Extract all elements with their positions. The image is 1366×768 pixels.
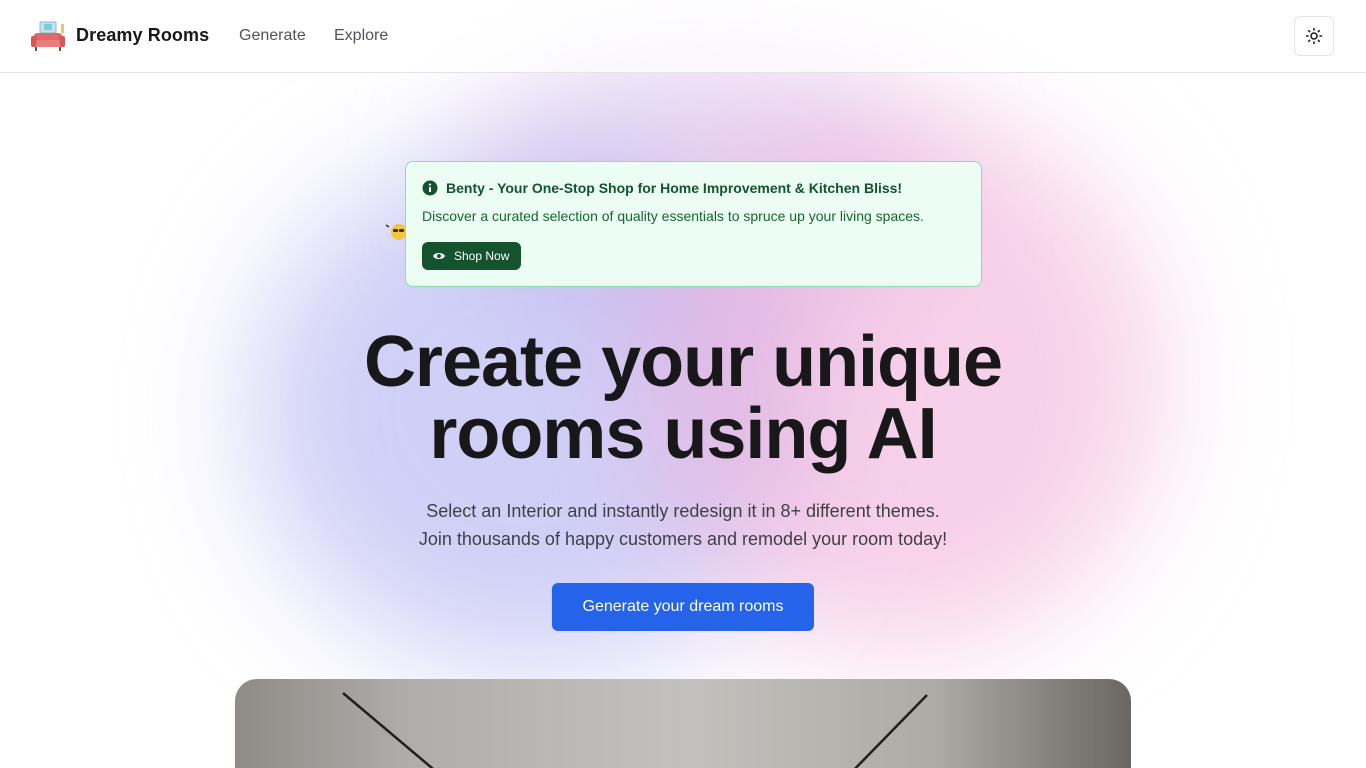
hero-subtitle-line: Select an Interior and instantly redesig… <box>426 501 940 521</box>
sun-icon <box>1305 27 1323 45</box>
generate-dream-rooms-button[interactable]: Generate your dream rooms <box>552 583 814 631</box>
nav-generate-link[interactable]: Generate <box>239 27 306 45</box>
info-icon <box>422 180 438 196</box>
hero-title-line: rooms using AI <box>429 394 937 474</box>
hero-title-line: Create your unique <box>363 322 1003 402</box>
sofa-logo-icon[interactable] <box>30 20 66 52</box>
shop-now-label: Shop Now <box>454 249 510 263</box>
nav-explore-link[interactable]: Explore <box>334 27 388 45</box>
theme-toggle-button[interactable] <box>1294 16 1334 56</box>
promo-description: Discover a curated selection of quality … <box>422 208 924 224</box>
ceiling-lines <box>342 692 928 768</box>
promo-banner: Benty - Your One-Stop Shop for Home Impr… <box>405 161 982 287</box>
promo-title: Benty - Your One-Stop Shop for Home Impr… <box>446 180 903 196</box>
top-navbar: Dreamy Rooms Generate Explore <box>0 0 1366 73</box>
landing-page: Dreamy Rooms Generate Explore Benty - Yo… <box>0 0 1366 768</box>
hero-subtitle-line: Join thousands of happy customers and re… <box>418 529 948 549</box>
peeking-emoji-icon <box>385 222 407 240</box>
eye-icon <box>433 253 445 259</box>
room-preview-image <box>235 679 1131 768</box>
brand-name[interactable]: Dreamy Rooms <box>76 25 209 46</box>
hero-title: Create your unique rooms using AI <box>183 326 1183 470</box>
shop-now-button[interactable]: Shop Now <box>422 242 522 270</box>
hero-subtitle: Select an Interior and instantly redesig… <box>283 497 1083 553</box>
